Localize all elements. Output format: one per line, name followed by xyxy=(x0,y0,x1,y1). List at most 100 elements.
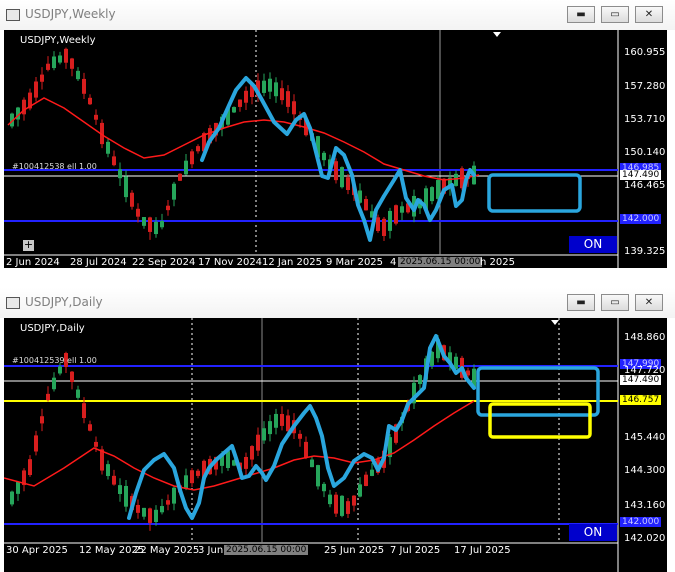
candle-body xyxy=(124,176,128,198)
candle-body xyxy=(76,389,80,398)
candle-body xyxy=(82,78,86,94)
candle-body xyxy=(112,156,116,166)
weekly-price-label-1: 160.955 xyxy=(624,47,666,58)
weekly-price-plot xyxy=(4,30,619,268)
candle-body xyxy=(244,90,248,103)
weekly-zoom-plus-icon[interactable]: + xyxy=(23,239,34,251)
candle-body xyxy=(160,506,164,513)
candle-body xyxy=(40,416,44,424)
candle-body xyxy=(226,451,230,469)
candle-body xyxy=(196,470,200,476)
candle-body xyxy=(58,55,62,63)
candle-body xyxy=(400,206,404,213)
minimize-button[interactable]: ▬ xyxy=(567,294,595,311)
candle-body xyxy=(250,446,254,460)
candle-body xyxy=(382,218,386,236)
candle-body xyxy=(340,495,344,516)
weekly-on-button[interactable]: ON xyxy=(569,236,617,253)
daily-titlebar[interactable]: USDJPY,Daily ▬ ▭ ✕ xyxy=(0,288,675,318)
candle-body xyxy=(118,485,122,494)
daily-chart-window: USDJPY,Daily ▬ ▭ ✕ USDJPY,Daily #1004125… xyxy=(0,288,675,572)
candle-body xyxy=(70,58,74,69)
daily-crosshair-date: 2025.06.15 00:00 xyxy=(224,545,309,555)
candle-body xyxy=(154,221,158,235)
candle-body xyxy=(274,82,278,97)
candle-body xyxy=(328,494,332,505)
maximize-button[interactable]: ▭ xyxy=(601,294,629,311)
daily-order-overlap-text: #100412539 ell 1.00 xyxy=(12,356,97,365)
candle-body xyxy=(346,177,350,190)
daily-date-5: 25 Jun 2025 xyxy=(324,545,385,556)
candle-body xyxy=(256,434,260,451)
weekly-price-label-4: 150.140 xyxy=(624,147,666,158)
weekly-window-title: USDJPY,Weekly xyxy=(25,7,116,21)
candle-body xyxy=(142,217,146,226)
candle-body xyxy=(268,78,272,92)
weekly-titlebar[interactable]: USDJPY,Weekly ▬ ▭ ✕ xyxy=(0,0,675,30)
weekly-symbol-label: USDJPY,Weekly xyxy=(20,35,96,46)
candle-body xyxy=(148,508,152,523)
candle-body xyxy=(262,428,266,441)
candle-body xyxy=(262,80,266,93)
weekly-date-6: 9 Mar 2025 xyxy=(326,257,384,268)
candle-body xyxy=(28,459,32,476)
candle-body xyxy=(58,366,62,374)
candle-body xyxy=(94,114,98,120)
candle-body xyxy=(274,413,278,428)
weekly-chart-area[interactable]: USDJPY,Weekly #100412538 ell 1.00 160.95… xyxy=(4,30,667,268)
daily-price-label-4: 145.440 xyxy=(624,432,666,443)
candle-body xyxy=(88,97,92,105)
candle-body xyxy=(94,441,98,447)
candle-body xyxy=(376,217,380,231)
candle-body xyxy=(34,81,38,98)
candle-body xyxy=(322,483,326,492)
weekly-crosshair-date: 2025.06.15 00:00 xyxy=(398,257,483,267)
daily-price-label-6: 143.160 xyxy=(624,500,666,511)
candle-body xyxy=(76,70,80,80)
candle-body xyxy=(334,494,338,514)
candle-body xyxy=(148,217,152,232)
close-button[interactable]: ✕ xyxy=(635,6,663,23)
close-button[interactable]: ✕ xyxy=(635,294,663,311)
candle-body xyxy=(166,205,170,211)
candle-body xyxy=(16,481,20,494)
daily-on-button[interactable]: ON xyxy=(569,524,617,541)
weekly-order-overlap-text: #100412538 ell 1.00 xyxy=(12,162,97,171)
candle-body xyxy=(190,151,194,165)
candle-body xyxy=(136,504,140,513)
minimize-button[interactable]: ▬ xyxy=(567,6,595,23)
candle-body xyxy=(178,173,182,181)
weekly-date-4: 17 Nov 2024 xyxy=(198,257,263,268)
candle-body xyxy=(64,48,68,63)
weekly-date-7: 4 xyxy=(390,257,397,268)
weekly-date-1: 2 Jun 2024 xyxy=(6,257,60,268)
candle-body xyxy=(106,464,110,477)
candle-body xyxy=(106,141,110,154)
daily-price-tag-bottom: 142.000 xyxy=(620,517,662,527)
candle-body xyxy=(184,160,188,175)
candle-body xyxy=(46,63,50,70)
candle-body xyxy=(136,208,140,217)
weekly-date-3: 22 Sep 2024 xyxy=(132,257,196,268)
candle-body xyxy=(190,470,194,484)
candle-body xyxy=(364,474,368,486)
daily-chart-area[interactable]: USDJPY,Daily #100412539 ell 1.00 148.860… xyxy=(4,318,667,572)
candle-body xyxy=(346,501,350,514)
candle-body xyxy=(82,403,86,419)
candle-body xyxy=(238,99,242,107)
daily-price-label-1: 148.860 xyxy=(624,332,666,343)
candle-body xyxy=(166,500,170,505)
candle-body xyxy=(244,456,248,469)
daily-price-label-7: 142.020 xyxy=(624,533,666,544)
candle-body xyxy=(34,435,38,452)
weekly-price-label-5: 146.465 xyxy=(624,180,666,191)
chart-window-icon xyxy=(6,9,20,21)
candle-body xyxy=(154,509,158,523)
daily-price-plot xyxy=(4,318,619,572)
daily-date-6: 7 Jul 2025 xyxy=(390,545,441,556)
candle-body xyxy=(352,495,356,506)
candle-body xyxy=(430,187,434,202)
maximize-button[interactable]: ▭ xyxy=(601,6,629,23)
candle-body xyxy=(418,375,422,385)
daily-price-tag-current: 147.490 xyxy=(620,375,662,385)
